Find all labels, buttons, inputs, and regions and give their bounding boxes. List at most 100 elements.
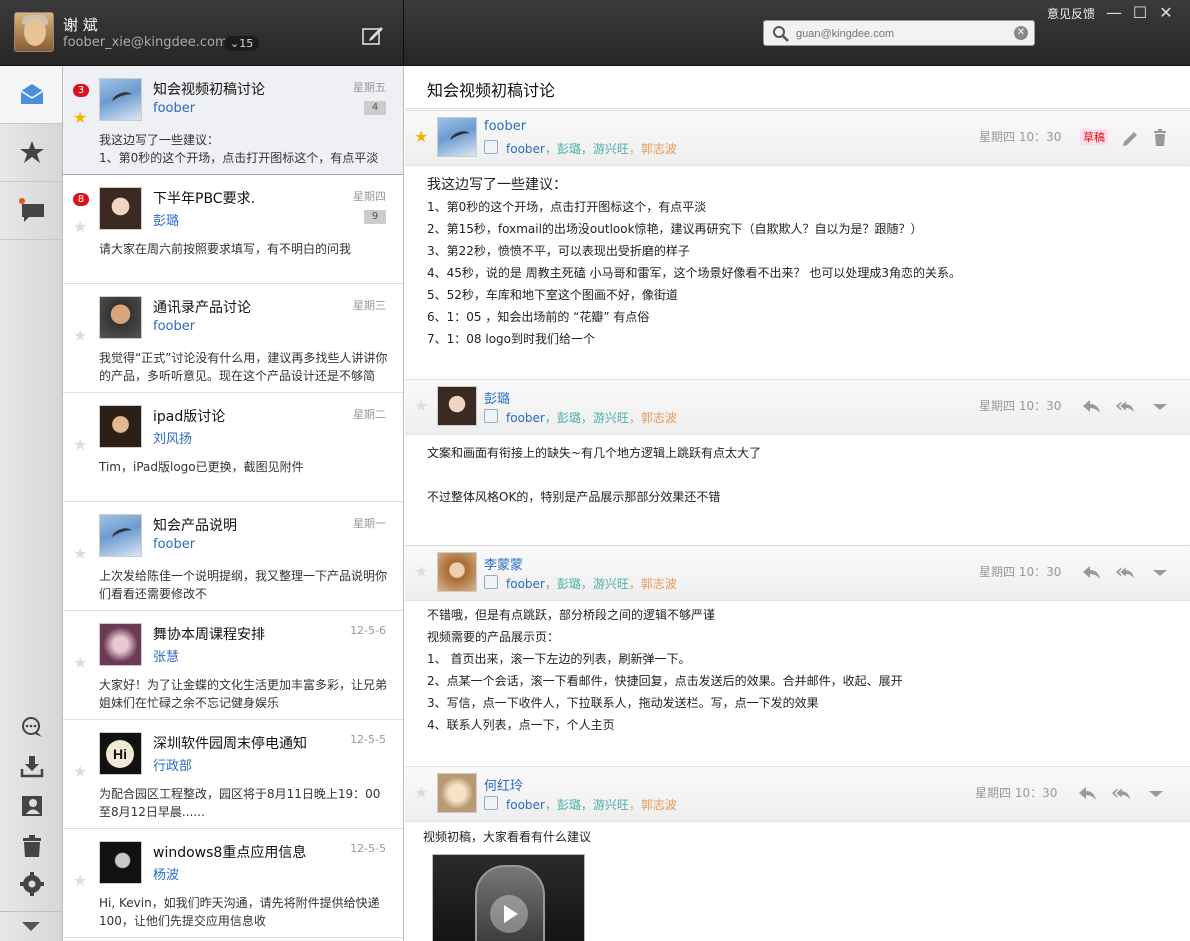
reply-all-icon[interactable] — [1115, 397, 1135, 417]
sender-name[interactable]: foober — [484, 119, 526, 134]
search-box[interactable]: ✕ — [763, 20, 1035, 46]
delete-icon[interactable] — [1150, 128, 1170, 148]
trash-icon[interactable] — [20, 834, 44, 858]
reply-icon[interactable] — [1077, 784, 1097, 804]
recipient[interactable]: 郭志波 — [641, 411, 677, 425]
recipient[interactable]: 彭璐 — [557, 411, 581, 425]
message-sender[interactable]: 杨波 — [153, 864, 179, 883]
maximize-button[interactable]: ☐ — [1131, 3, 1149, 23]
reply-icon[interactable] — [1081, 563, 1101, 583]
star-icon[interactable]: ★ — [73, 653, 87, 672]
sender-name[interactable]: 彭璐 — [484, 388, 510, 407]
star-icon[interactable]: ★ — [73, 871, 87, 890]
sender-avatar[interactable] — [99, 732, 142, 775]
recipient[interactable]: foober — [506, 411, 545, 425]
reply-icon[interactable] — [1081, 397, 1101, 417]
recipient[interactable]: 游兴旺 — [593, 798, 629, 812]
sender-avatar[interactable] — [99, 78, 142, 121]
chevron-down-icon[interactable] — [1150, 397, 1170, 417]
sender-avatar[interactable] — [99, 187, 142, 230]
message-list-item[interactable]: ★ 知会产品说明 foober 星期一 上次发给陈佳一个说明提纲，我又整理一下产品说明你… — [63, 502, 403, 611]
message-sender[interactable]: foober — [153, 101, 195, 116]
nav-inbox[interactable] — [0, 66, 62, 124]
recipient[interactable]: 彭璐 — [557, 142, 581, 156]
message-time: 星期四 10：30 — [979, 399, 1062, 413]
recipient[interactable]: 彭璐 — [557, 798, 581, 812]
message-sender[interactable]: foober — [153, 537, 195, 552]
message-list-item[interactable]: 3 ★ 知会视频初稿讨论 foober 星期五 4 我这边写了一些建议： 1、第0秒的这个开… — [63, 66, 403, 175]
recipient[interactable]: foober — [506, 142, 545, 156]
clear-search-icon[interactable]: ✕ — [1014, 26, 1028, 40]
message-header[interactable]: ★ 何红玲 foober，彭璐，游兴旺，郭志波 星期四 10：30 — [405, 766, 1190, 822]
message-list-item[interactable]: ★ 深圳软件园周末停电通知行政部 12-5-5 为配合园区工程整改，园区将于8月11日… — [63, 720, 403, 829]
recipient[interactable]: foober — [506, 798, 545, 812]
sender-avatar[interactable] — [99, 514, 142, 557]
message-list-item[interactable]: ★ windows8重点应用信息 杨波 12-5-5 Hi, Kevin，如我们昨天沟通… — [63, 829, 403, 938]
star-icon[interactable]: ★ — [414, 127, 428, 146]
message-header[interactable]: ★ foober foober，彭璐，游兴旺，郭志波 星期四 10：30 草稿 — [405, 110, 1190, 166]
recipient[interactable]: 游兴旺 — [593, 411, 629, 425]
sender-avatar[interactable] — [99, 841, 142, 884]
title-bar: 谢 斌 foober_xie@kingdee.com ⌄15 ✕ 意见反馈 — … — [0, 0, 1190, 66]
message-list-item[interactable]: 8 ★ 下半年PBC要求. 彭璐 星期四 9 请大家在周六前按照要求填写，有不明白的问我 — [63, 175, 403, 284]
sender-avatar[interactable] — [99, 405, 142, 448]
message-header[interactable]: ★ 彭璐 foober，彭璐，游兴旺，郭志波 星期四 10：30 — [405, 379, 1190, 435]
recipient[interactable]: 郭志波 — [641, 577, 677, 591]
reply-all-icon[interactable] — [1111, 784, 1131, 804]
message-sender[interactable]: 刘风扬 — [153, 428, 192, 447]
recipient[interactable]: foober — [506, 577, 545, 591]
star-icon[interactable]: ★ — [73, 435, 87, 454]
recipient[interactable]: 游兴旺 — [593, 142, 629, 156]
close-button[interactable]: ✕ — [1157, 3, 1175, 23]
sender-avatar[interactable] — [437, 773, 477, 813]
contacts-icon[interactable] — [20, 794, 44, 818]
sender-avatar[interactable] — [437, 117, 477, 157]
message-header[interactable]: ★ 李蒙蒙 foober，彭璐，游兴旺，郭志波 星期四 10：30 — [405, 545, 1190, 601]
star-icon[interactable]: ★ — [73, 762, 87, 781]
star-icon[interactable]: ★ — [414, 562, 428, 581]
message-list-item[interactable]: ★ ipad版讨论 刘风扬 星期二 Tim，iPad版logo已更换，截图见附件 — [63, 393, 403, 502]
recipient[interactable]: 郭志波 — [641, 798, 677, 812]
recipient[interactable]: 彭璐 — [557, 577, 581, 591]
recipient[interactable]: 郭志波 — [641, 142, 677, 156]
nav-starred[interactable] — [0, 124, 62, 182]
feedback-link[interactable]: 意见反馈 — [1047, 5, 1095, 22]
download-icon[interactable] — [20, 754, 44, 778]
message-sender[interactable]: foober — [153, 319, 195, 334]
message-sender[interactable]: 彭璐 — [153, 210, 179, 229]
star-icon[interactable]: ★ — [414, 783, 428, 802]
discussion-icon[interactable] — [20, 716, 44, 740]
minimize-button[interactable]: — — [1105, 3, 1123, 23]
search-input[interactable] — [796, 25, 1006, 43]
star-icon[interactable]: ★ — [73, 544, 87, 563]
video-attachment[interactable] — [432, 854, 585, 941]
message-sender[interactable]: 张慧 — [153, 646, 179, 665]
user-avatar[interactable] — [14, 12, 54, 52]
star-icon[interactable]: ★ — [73, 326, 87, 345]
sender-avatar[interactable] — [437, 552, 477, 592]
sender-avatar[interactable] — [437, 386, 477, 426]
sender-name[interactable]: 何红玲 — [484, 775, 523, 794]
message-list-item[interactable]: ★ 舞协本周课程安排 张慧 12-5-6 大家好！为了让金蝶的文化生活更加丰富多彩，让兄… — [63, 611, 403, 720]
more-button[interactable] — [0, 911, 62, 941]
message-list-item[interactable]: ★ 通讯录产品讨论 foober 星期三 我觉得“正式”讨论没有什么用，建议再多找些人讲… — [63, 284, 403, 393]
sender-name[interactable]: 李蒙蒙 — [484, 554, 523, 573]
compose-icon[interactable] — [362, 26, 384, 46]
star-icon[interactable]: ★ — [414, 396, 428, 415]
message-sender[interactable]: 行政部 — [153, 755, 192, 774]
user-name: 谢 斌 — [63, 16, 98, 34]
nav-chats[interactable] — [0, 182, 62, 240]
reply-all-icon[interactable] — [1115, 563, 1135, 583]
chevron-down-icon[interactable] — [1146, 784, 1166, 804]
recipient[interactable]: 游兴旺 — [593, 577, 629, 591]
star-icon[interactable]: ★ — [73, 217, 87, 236]
unread-count-badge[interactable]: ⌄15 — [224, 36, 260, 51]
chevron-down-icon[interactable] — [1150, 563, 1170, 583]
play-icon[interactable] — [490, 895, 528, 933]
settings-gear-icon[interactable] — [20, 872, 44, 896]
message-list: 3 ★ 知会视频初稿讨论 foober 星期五 4 我这边写了一些建议： 1、第0秒的这个开… — [63, 66, 404, 941]
edit-icon[interactable] — [1121, 128, 1141, 148]
star-icon[interactable]: ★ — [73, 108, 87, 127]
sender-avatar[interactable] — [99, 296, 142, 339]
sender-avatar[interactable] — [99, 623, 142, 666]
